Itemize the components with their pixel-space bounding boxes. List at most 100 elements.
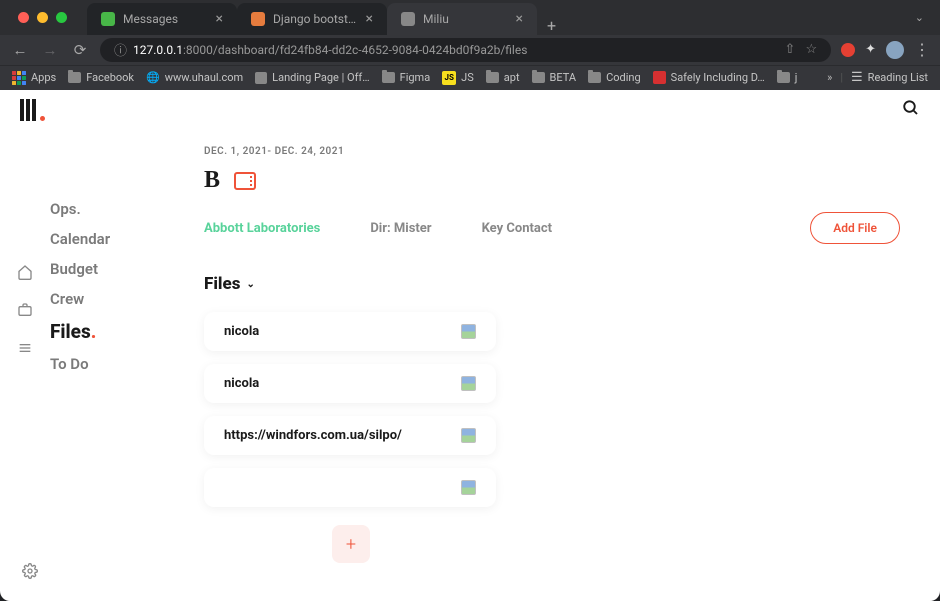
close-icon[interactable]: × <box>516 11 523 27</box>
address-actions: ⇧ ☆ <box>785 42 818 57</box>
bookmark-coding[interactable]: Coding <box>588 71 641 84</box>
bookmarks-right: » | ☰ Reading List <box>827 70 928 85</box>
broken-image-icon <box>461 428 476 443</box>
close-icon[interactable]: × <box>216 11 223 27</box>
menu-button[interactable]: ⋮ <box>914 40 930 59</box>
window-maximize-icon[interactable] <box>56 12 67 23</box>
broken-image-icon <box>461 480 476 495</box>
file-name: https://windfors.com.ua/silpo/ <box>224 428 461 443</box>
bookmark-landing[interactable]: Landing Page | Off… <box>255 71 369 84</box>
tab-overflow-button[interactable]: ⌄ <box>915 11 932 24</box>
back-button[interactable]: ← <box>10 41 30 59</box>
nav-todo[interactable]: To Do <box>50 355 150 373</box>
bookmarks-overflow-button[interactable]: » <box>827 71 832 84</box>
apps-icon <box>12 71 26 85</box>
reading-list-icon: ☰ <box>851 70 863 85</box>
apps-button[interactable]: Apps <box>12 71 56 85</box>
address-row: ← → ⟳ ⓘ 127.0.0.1:8000/dashboard/fd24fb8… <box>0 35 940 64</box>
add-card-button[interactable]: + <box>332 525 370 563</box>
app-header <box>0 90 940 130</box>
files-heading[interactable]: Files ⌄ <box>204 274 900 294</box>
traffic-lights <box>8 12 77 23</box>
broken-image-icon <box>461 376 476 391</box>
lastpass-icon <box>653 71 666 84</box>
folder-icon <box>68 72 81 83</box>
nav-ops[interactable]: Ops. <box>50 200 150 218</box>
project-icons: B <box>204 167 900 194</box>
menu-icon[interactable] <box>17 340 33 360</box>
add-file-button[interactable]: Add File <box>810 212 900 244</box>
sub-tabs: Abbott Laboratories Dir: Mister Key Cont… <box>204 212 900 244</box>
extensions-button[interactable]: ✦ <box>865 42 876 57</box>
reload-button[interactable]: ⟳ <box>70 41 90 59</box>
file-card[interactable]: https://windfors.com.ua/silpo/ <box>204 416 496 455</box>
brand-b-icon[interactable]: B <box>204 167 220 194</box>
js-icon: JS <box>442 71 456 85</box>
bookmark-js[interactable]: JS JS <box>442 71 474 85</box>
extension-area: ✦ ⋮ <box>841 40 930 59</box>
icon-rail <box>0 130 50 601</box>
tab-dir[interactable]: Dir: Mister <box>370 221 431 236</box>
folder-icon <box>777 72 790 83</box>
bookmark-uhaul[interactable]: 🌐 www.uhaul.com <box>146 71 243 84</box>
folder-icon <box>588 72 601 83</box>
profile-avatar[interactable] <box>886 41 904 59</box>
tabs: Messages × Django bootstrap: File is not… <box>87 0 566 35</box>
file-card[interactable]: nicola <box>204 312 496 351</box>
address-text: 127.0.0.1:8000/dashboard/fd24fb84-dd2c-4… <box>133 43 527 57</box>
folder-icon <box>486 72 499 83</box>
tab-messages[interactable]: Messages × <box>87 3 237 35</box>
briefcase-icon[interactable] <box>17 302 33 322</box>
settings-button[interactable] <box>22 563 38 583</box>
forward-button[interactable]: → <box>40 41 60 59</box>
tab-miliu[interactable]: Miliu × <box>387 3 537 35</box>
nav-files[interactable]: Files. <box>50 320 150 343</box>
folder-icon <box>382 72 395 83</box>
chevron-down-icon: ⌄ <box>246 279 254 290</box>
tab-row: Messages × Django bootstrap: File is not… <box>0 0 940 35</box>
file-cards: nicola nicola https://windfors.com.ua/si… <box>204 312 900 507</box>
bookmarks-bar: Apps Facebook 🌐 www.uhaul.com Landing Pa… <box>0 65 940 90</box>
folder-icon <box>532 72 545 83</box>
file-name: nicola <box>224 376 461 391</box>
new-tab-button[interactable]: + <box>537 16 566 35</box>
reading-list-button[interactable]: ☰ Reading List <box>851 70 928 85</box>
favicon-icon <box>401 12 415 26</box>
file-card[interactable] <box>204 468 496 507</box>
bookmark-j[interactable]: j <box>777 71 798 84</box>
file-card[interactable]: nicola <box>204 364 496 403</box>
page-icon <box>255 72 267 84</box>
app-logo[interactable] <box>20 99 45 121</box>
bookmark-beta[interactable]: BETA <box>532 71 577 84</box>
globe-icon: 🌐 <box>146 71 160 84</box>
broken-image-icon <box>461 324 476 339</box>
nav-column: Ops. Calendar Budget Crew Files. To Do <box>50 130 150 601</box>
window-minimize-icon[interactable] <box>37 12 48 23</box>
bookmark-safely[interactable]: Safely Including D… <box>653 71 765 84</box>
extension-icon[interactable] <box>841 43 855 57</box>
tab-key-contact[interactable]: Key Contact <box>482 221 552 236</box>
nav-budget[interactable]: Budget <box>50 260 150 278</box>
bookmark-icon[interactable]: ☆ <box>805 42 817 57</box>
file-name: nicola <box>224 324 461 339</box>
tab-django[interactable]: Django bootstrap: File is not b × <box>237 3 387 35</box>
bookmark-figma[interactable]: Figma <box>382 71 431 84</box>
tab-title: Messages <box>123 12 208 26</box>
browser-chrome: Messages × Django bootstrap: File is not… <box>0 0 940 90</box>
tv-icon[interactable] <box>234 172 256 190</box>
nav-crew[interactable]: Crew <box>50 290 150 308</box>
date-range: DEC. 1, 2021- DEC. 24, 2021 <box>204 146 900 157</box>
bookmark-apt[interactable]: apt <box>486 71 520 84</box>
search-button[interactable] <box>902 99 920 122</box>
nav-calendar[interactable]: Calendar <box>50 230 150 248</box>
app-body: Ops. Calendar Budget Crew Files. To Do D… <box>0 130 940 601</box>
tab-abbott[interactable]: Abbott Laboratories <box>204 221 320 236</box>
home-icon[interactable] <box>17 264 33 284</box>
tab-title: Miliu <box>423 12 508 26</box>
site-info-icon[interactable]: ⓘ <box>114 40 127 59</box>
window-close-icon[interactable] <box>18 12 29 23</box>
bookmark-facebook[interactable]: Facebook <box>68 71 134 84</box>
close-icon[interactable]: × <box>366 11 373 27</box>
share-icon[interactable]: ⇧ <box>785 42 796 57</box>
address-bar[interactable]: ⓘ 127.0.0.1:8000/dashboard/fd24fb84-dd2c… <box>100 38 831 62</box>
